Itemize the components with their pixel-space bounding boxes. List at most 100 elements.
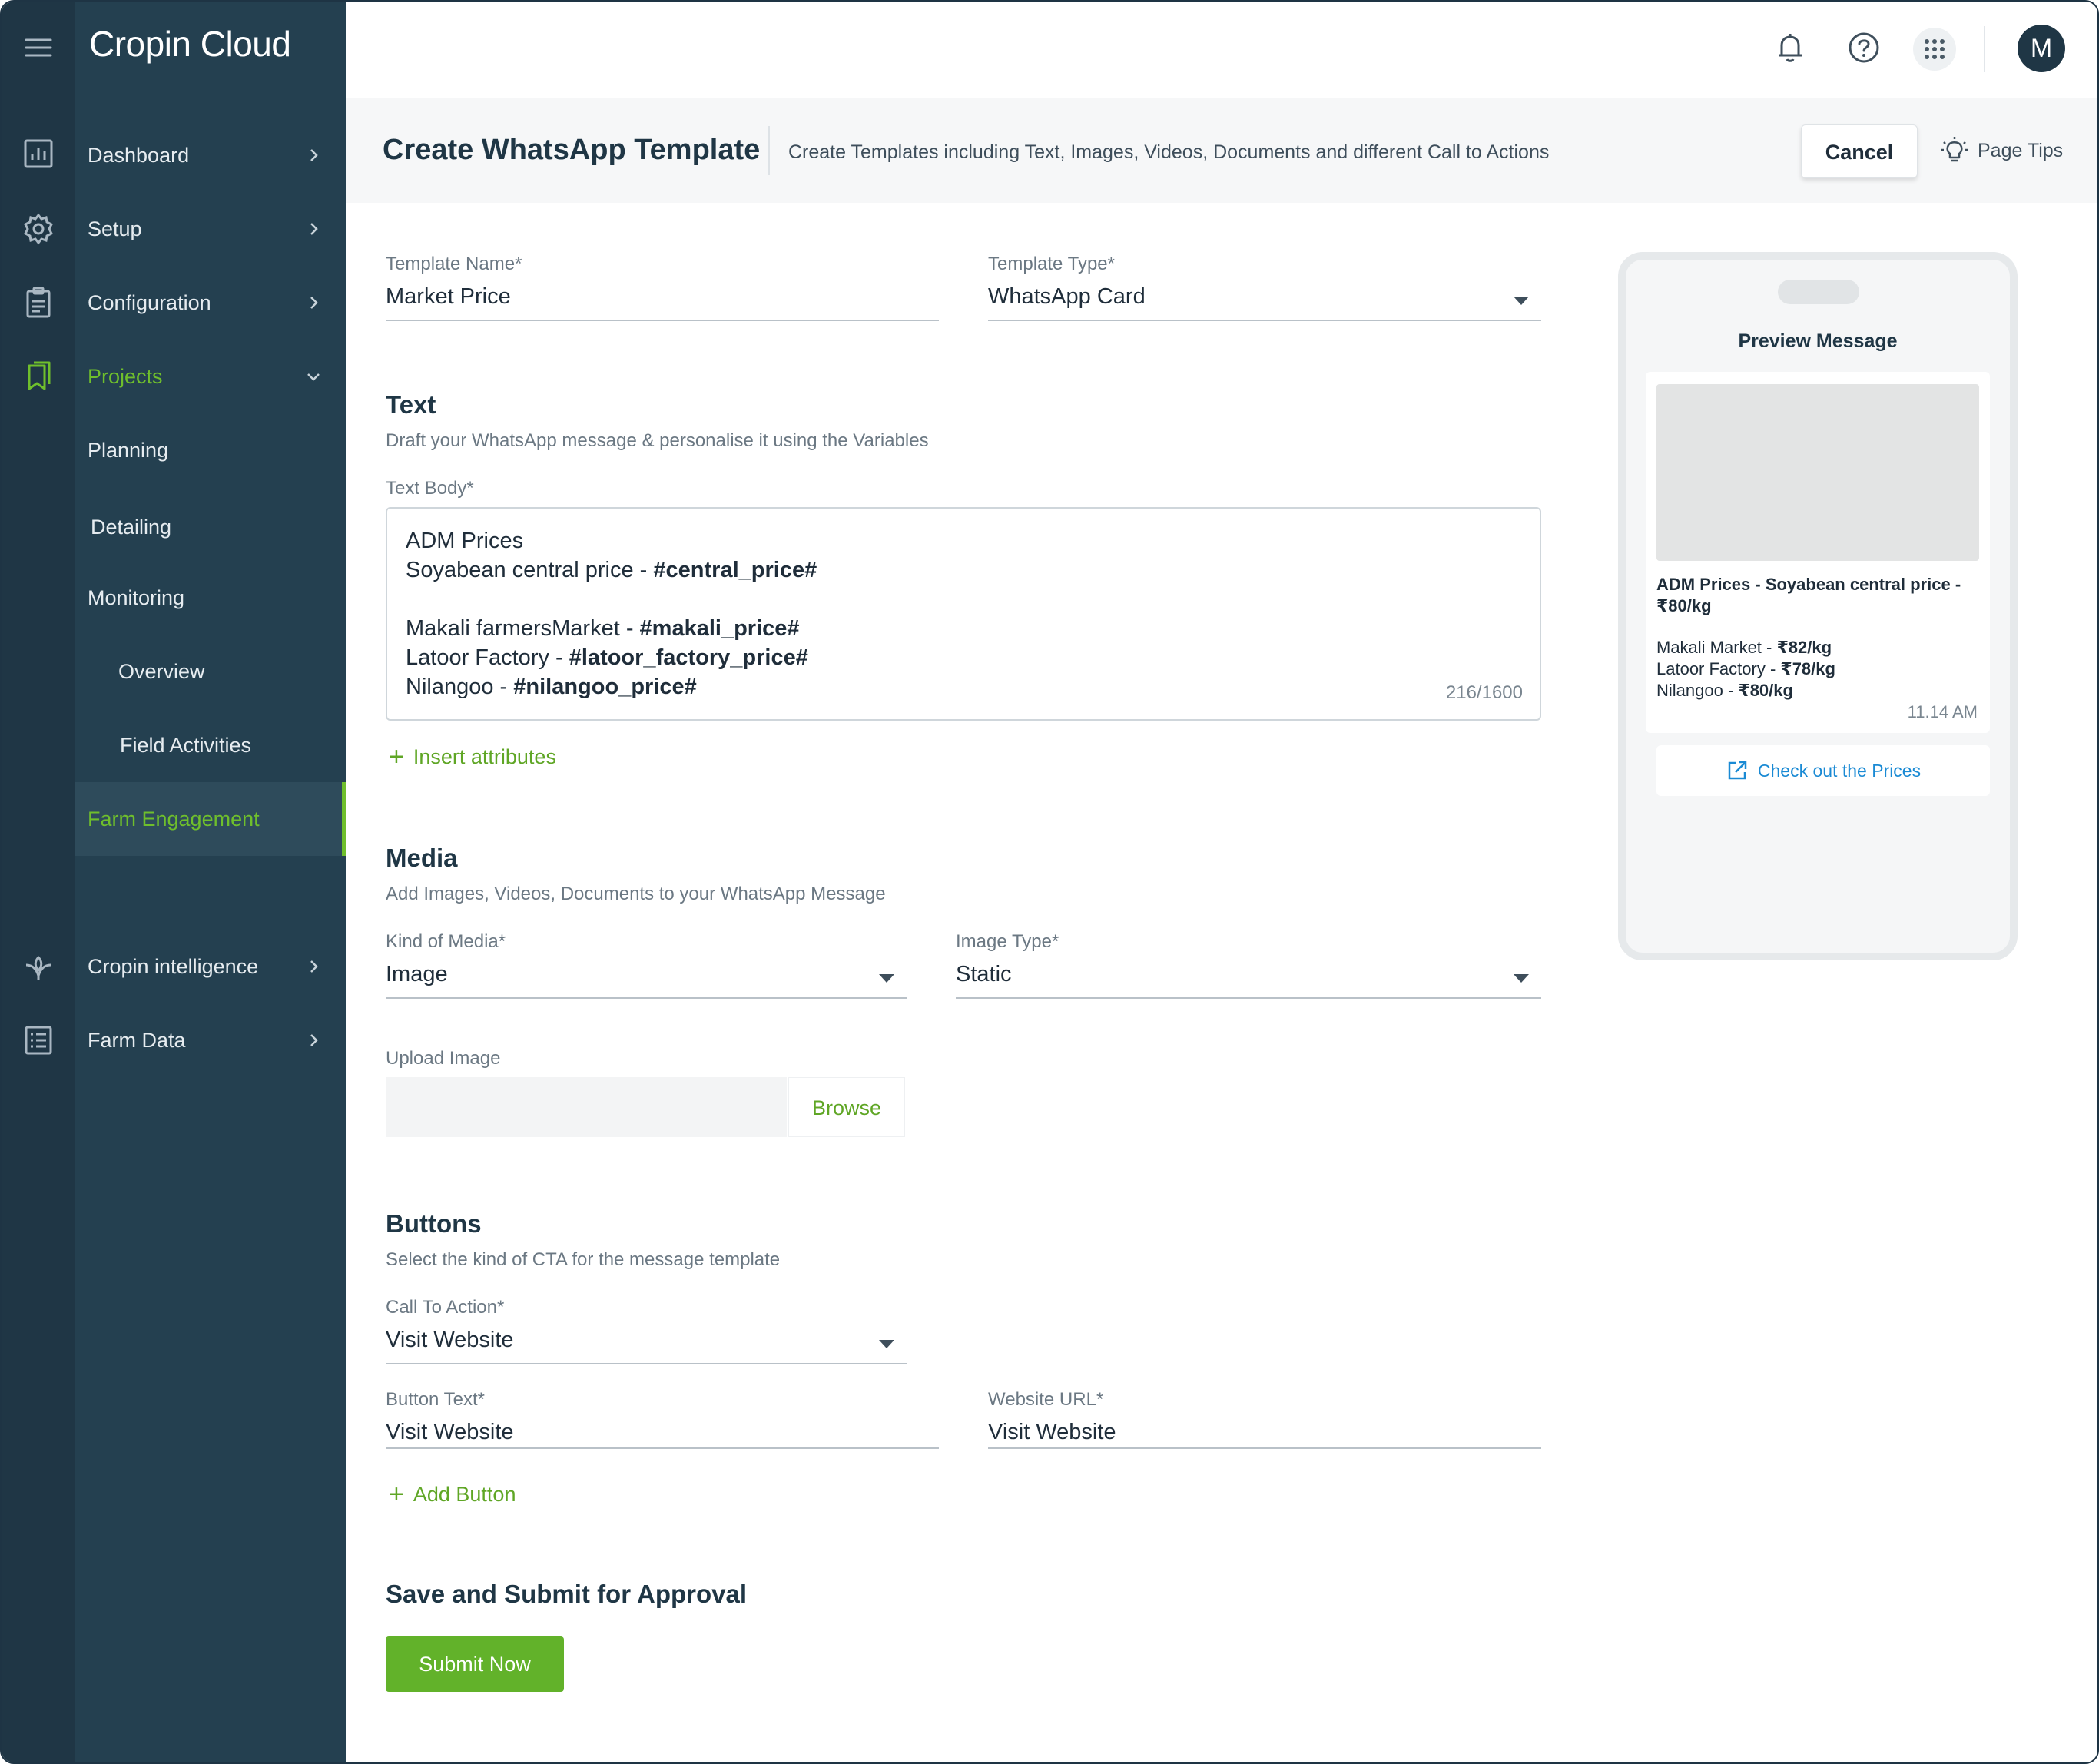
preview-cta-button[interactable]: Check out the Prices	[1656, 745, 1990, 796]
sidebar-item-label: Setup	[88, 217, 142, 240]
avatar[interactable]: M	[2018, 25, 2065, 72]
template-name-underline	[386, 320, 939, 321]
sidebar-item-detailing[interactable]: Detailing	[75, 490, 346, 564]
sidebar-item-label: Farm Engagement	[88, 807, 260, 831]
text-section-subtitle: Draft your WhatsApp message & personalis…	[386, 430, 929, 451]
sprout-icon[interactable]	[22, 950, 55, 983]
website-url-label: Website URL*	[988, 1389, 1104, 1410]
message-card: ADM Prices - Soyabean central price - ₹8…	[1646, 372, 1990, 733]
sidebar: Cropin Cloud Dashboard Setup Configurati…	[75, 2, 346, 1762]
sidebar-item-label: Overview	[118, 659, 205, 683]
page-title: Create WhatsApp Template	[383, 134, 761, 166]
media-section-subtitle: Add Images, Videos, Documents to your Wh…	[386, 884, 886, 904]
sidebar-item-label: Dashboard	[88, 143, 190, 167]
chevron-down-icon	[304, 367, 323, 386]
gear-icon[interactable]	[22, 212, 55, 246]
sidebar-item-setup[interactable]: Setup	[75, 192, 346, 266]
save-section-title: Save and Submit for Approval	[386, 1580, 748, 1608]
projects-bookmark-icon[interactable]	[22, 360, 55, 393]
browse-button[interactable]: Browse	[788, 1077, 905, 1137]
preview-row: Nilangoo - ₹80/kg	[1656, 681, 1793, 700]
cta-underline	[386, 1363, 907, 1364]
bell-icon[interactable]	[1772, 29, 1809, 66]
buttons-section-subtitle: Select the kind of CTA for the message t…	[386, 1249, 781, 1270]
sidebar-item-label: Detailing	[91, 515, 172, 539]
cancel-button[interactable]: Cancel	[1801, 124, 1918, 178]
insert-attributes-label: Insert attributes	[413, 744, 556, 768]
variable-token: #latoor_factory_price#	[569, 645, 808, 670]
preview-row: Latoor Factory - ₹78/kg	[1656, 659, 1835, 678]
image-type-underline	[956, 997, 1541, 999]
chevron-right-icon	[304, 220, 323, 238]
chevron-right-icon	[304, 146, 323, 164]
variable-token: #makali_price#	[639, 616, 800, 641]
sidebar-item-planning[interactable]: Planning	[75, 413, 346, 487]
sidebar-item-label: Field Activities	[120, 733, 252, 757]
sidebar-item-overview[interactable]: Overview	[75, 635, 346, 708]
image-placeholder	[1656, 384, 1979, 561]
phone-notch	[1778, 280, 1859, 304]
brand-logo: Cropin Cloud	[89, 24, 291, 64]
header-divider	[1984, 26, 1985, 72]
sidebar-item-farm-engagement[interactable]: Farm Engagement	[75, 782, 346, 856]
preview-heading: ₹80/kg	[1656, 596, 1712, 615]
preview-heading: ADM Prices - Soyabean central price -	[1656, 575, 1961, 594]
template-type-underline	[988, 320, 1541, 321]
text-body-line: Latoor Factory - #latoor_factory_price#	[406, 645, 808, 670]
template-name-input[interactable]: Market Price	[386, 284, 511, 310]
variable-token: #nilangoo_price#	[513, 675, 697, 699]
add-button-link[interactable]: + Add Button	[389, 1481, 516, 1507]
caret-down-icon[interactable]	[879, 1340, 894, 1348]
variable-token: #central_price#	[653, 558, 817, 582]
apps-grid-icon[interactable]	[1913, 28, 1956, 71]
sidebar-item-field-activities[interactable]: Field Activities	[75, 708, 346, 782]
submit-now-button[interactable]: Submit Now	[386, 1636, 564, 1692]
upload-image-field[interactable]	[386, 1077, 787, 1137]
buttons-section-title: Buttons	[386, 1209, 482, 1238]
sidebar-item-cropin-intelligence[interactable]: Cropin intelligence	[75, 930, 346, 1003]
hamburger-menu-icon[interactable]	[22, 31, 55, 65]
button-text-underline	[386, 1447, 939, 1449]
sidebar-item-configuration[interactable]: Configuration	[75, 266, 346, 340]
icon-rail	[2, 2, 75, 1762]
text-body-textarea[interactable]: ADM Prices Soyabean central price - #cen…	[386, 507, 1541, 721]
sidebar-item-projects[interactable]: Projects	[75, 340, 346, 413]
preview-title: Preview Message	[1738, 330, 1898, 352]
cta-label: Call To Action*	[386, 1297, 505, 1318]
sidebar-item-dashboard[interactable]: Dashboard	[75, 118, 346, 192]
sidebar-item-label: Projects	[88, 364, 163, 388]
button-text-label: Button Text*	[386, 1389, 485, 1410]
help-circle-icon[interactable]	[1845, 29, 1882, 66]
page-tips-button[interactable]: Page Tips	[1939, 135, 2063, 166]
insert-attributes-button[interactable]: + Insert attributes	[389, 744, 556, 770]
sidebar-item-monitoring[interactable]: Monitoring	[75, 561, 346, 635]
page-subtitle: Create Templates including Text, Images,…	[788, 141, 1550, 163]
kind-of-media-underline	[386, 997, 907, 999]
clipboard-icon[interactable]	[22, 286, 55, 320]
text-body-line: Nilangoo - #nilangoo_price#	[406, 675, 697, 699]
cta-select[interactable]: Visit Website	[386, 1328, 514, 1353]
page-header: Create WhatsApp Template Create Template…	[346, 98, 2097, 203]
kind-of-media-select[interactable]: Image	[386, 962, 448, 987]
upload-image-label: Upload Image	[386, 1048, 501, 1069]
list-document-icon[interactable]	[22, 1023, 55, 1057]
image-type-select[interactable]: Static	[956, 962, 1012, 987]
page-tips-label: Page Tips	[1978, 139, 2064, 161]
template-type-select[interactable]: WhatsApp Card	[988, 284, 1146, 310]
app-window: Cropin Cloud Dashboard Setup Configurati…	[0, 0, 2099, 1764]
caret-down-icon[interactable]	[1514, 297, 1529, 305]
phone-preview: Preview Message ADM Prices - Soyabean ce…	[1618, 252, 2018, 960]
website-url-input[interactable]: Visit Website	[988, 1420, 1116, 1445]
sidebar-item-label: Monitoring	[88, 585, 185, 609]
preview-cta-label: Check out the Prices	[1757, 760, 1922, 781]
sidebar-item-label: Farm Data	[88, 1028, 186, 1052]
top-bar: M	[346, 2, 2097, 98]
sidebar-item-label: Configuration	[88, 290, 211, 314]
caret-down-icon[interactable]	[879, 974, 894, 983]
caret-down-icon[interactable]	[1514, 974, 1529, 983]
external-link-icon	[1728, 761, 1747, 780]
char-counter: 216/1600	[1445, 682, 1523, 703]
button-text-input[interactable]: Visit Website	[386, 1420, 514, 1445]
dashboard-chart-icon[interactable]	[22, 137, 55, 171]
sidebar-item-farm-data[interactable]: Farm Data	[75, 1003, 346, 1077]
